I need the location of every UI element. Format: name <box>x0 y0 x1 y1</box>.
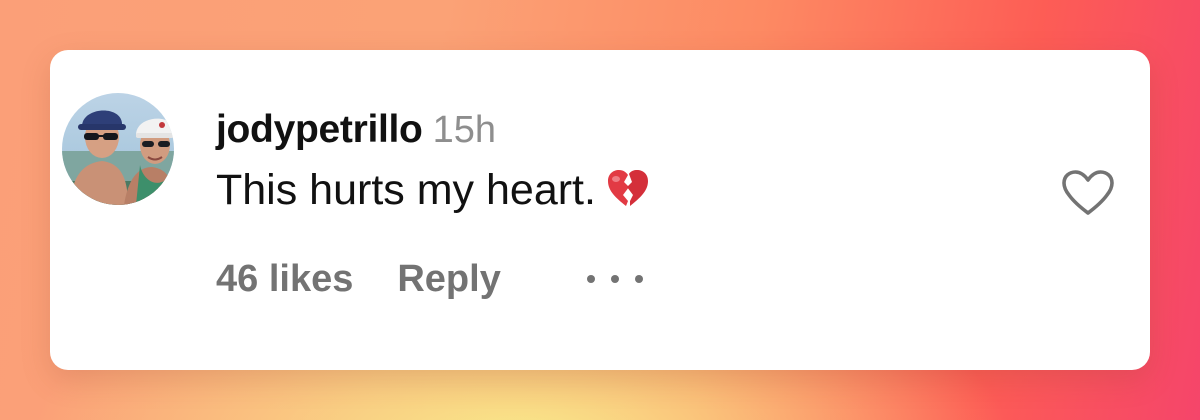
reply-button[interactable]: Reply <box>397 258 500 301</box>
heart-outline-icon <box>1062 170 1114 215</box>
avatar[interactable] <box>62 93 174 205</box>
comment-actions: 46 likes Reply <box>216 256 643 302</box>
dot <box>586 275 595 283</box>
timestamp: 15h <box>432 109 496 151</box>
comment-body: This hurts my heart. <box>216 166 650 215</box>
avatar-photo <box>62 93 174 205</box>
username[interactable]: jodypetrillo <box>216 108 423 151</box>
more-options-icon[interactable] <box>586 269 643 289</box>
dot <box>610 275 619 283</box>
comment-text: This hurts my heart. <box>216 166 596 214</box>
dot <box>634 275 643 283</box>
broken-heart-icon <box>606 168 650 208</box>
comment-card: jodypetrillo 15h This hurts my heart. 46 … <box>50 50 1150 370</box>
comment-header: jodypetrillo 15h <box>216 108 496 152</box>
like-button[interactable] <box>1060 168 1116 218</box>
likes-count[interactable]: 46 likes <box>216 258 353 301</box>
